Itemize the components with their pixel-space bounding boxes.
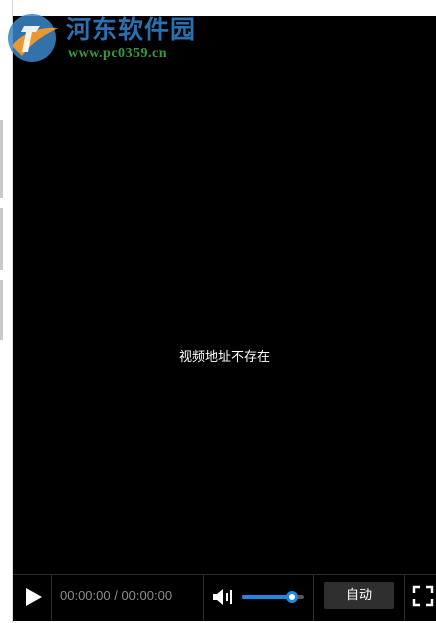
pc0359-logo-icon xyxy=(8,14,58,62)
video-error-message: 视频地址不存在 xyxy=(178,350,270,365)
volume-fill xyxy=(242,595,292,599)
time-display: 00:00:00 / 00:00:00 xyxy=(60,588,173,603)
page: 视频地址不存在 00:00:00 / 00:00:00 自动 河东软件园 www… xyxy=(0,0,436,623)
video-area[interactable]: 视频地址不存在 xyxy=(13,16,436,574)
edge-marker xyxy=(0,280,3,340)
site-watermark: 河东软件园 www.pc0359.cn xyxy=(6,8,226,70)
play-button[interactable] xyxy=(19,583,47,611)
volume-button[interactable] xyxy=(211,585,235,609)
left-window-edge xyxy=(0,0,13,623)
control-divider xyxy=(313,575,314,621)
control-divider xyxy=(203,575,204,621)
player-control-bar: 00:00:00 / 00:00:00 自动 xyxy=(13,574,436,621)
volume-slider-handle[interactable] xyxy=(286,591,298,603)
watermark-title: 河东软件园 xyxy=(66,15,197,44)
quality-selector-button[interactable]: 自动 xyxy=(324,582,394,609)
edge-marker xyxy=(0,120,3,198)
watermark-url: www.pc0359.cn xyxy=(68,46,168,61)
control-divider xyxy=(51,575,52,621)
control-divider xyxy=(404,575,405,621)
video-player[interactable]: 视频地址不存在 00:00:00 / 00:00:00 自动 xyxy=(13,16,436,621)
fullscreen-button[interactable] xyxy=(412,585,434,607)
play-icon xyxy=(26,588,42,606)
fullscreen-icon xyxy=(412,585,434,607)
volume-icon xyxy=(213,589,232,605)
volume-slider[interactable] xyxy=(242,589,304,605)
edge-marker xyxy=(0,208,3,270)
